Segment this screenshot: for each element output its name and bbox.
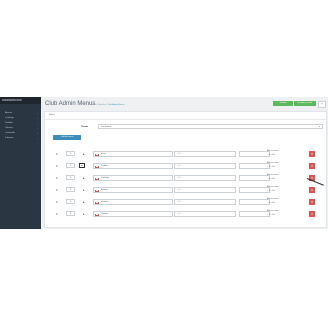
- menu-link-field[interactable]: http://...: [174, 211, 236, 217]
- target-radio-group[interactable]: ○ Sí ○ No: [267, 190, 275, 192]
- target-radio-group[interactable]: ○ Sí ○ No: [267, 214, 275, 216]
- delete-row-button[interactable]: [309, 151, 315, 157]
- menu-link-field-2[interactable]: [239, 211, 270, 217]
- menu-name-field[interactable]: Informes: [93, 199, 173, 205]
- menu-link-field[interactable]: http://...: [174, 151, 236, 157]
- menu-link-field[interactable]: http://...: [174, 175, 236, 181]
- arrow-right-icon[interactable]: ▸: [83, 212, 85, 216]
- menu-link-field[interactable]: http://...: [174, 163, 236, 169]
- brand-logo: ADMINISTRATOR: [0, 97, 41, 104]
- menu-link-field[interactable]: http://...: [174, 199, 236, 205]
- target-label: Abrir en nueva: [267, 198, 279, 200]
- arrow-right-icon[interactable]: ▸: [83, 188, 85, 192]
- arrow-right-icon[interactable]: ▸: [83, 152, 85, 156]
- menu-row: ≡ 5 ▸ Informes http://... Abrir en nueva…: [53, 197, 325, 207]
- menu-row: ≡ 1 ▸ Inicio http://... Abrir en nueva ○…: [53, 149, 325, 159]
- delete-row-button[interactable]: [309, 187, 315, 193]
- sidebar-item-label: Informes: [5, 137, 14, 139]
- menu-name-value: Informes: [101, 201, 109, 203]
- menu-row: ≡ 2 ▸ Pedidos http://... Abrir en nueva …: [53, 161, 325, 171]
- main-content: Club Admin Menus Inicio / Módulos / Club…: [41, 97, 328, 229]
- arrow-right-icon[interactable]: ▸: [83, 200, 85, 204]
- menu-name-field[interactable]: Catálogo: [93, 175, 173, 181]
- menu-link-field-2[interactable]: [239, 187, 270, 193]
- store-label: Tienda: [81, 126, 89, 128]
- add-menu-button[interactable]: + Añadir menú: [53, 135, 81, 140]
- menu-panel: Editar Tienda Por defecto ▾ + Añadir men…: [44, 111, 327, 228]
- language-flag-icon: [95, 189, 99, 192]
- panel-heading-label: Editar: [49, 114, 55, 116]
- save-button[interactable]: Guardar: [273, 101, 293, 106]
- sidebar-item-label: Ajustes: [5, 112, 13, 114]
- drag-handle-icon[interactable]: ≡: [56, 212, 58, 216]
- sidebar-item-label: Contenido: [5, 132, 15, 134]
- sort-order-input[interactable]: 3: [66, 175, 75, 180]
- store-select[interactable]: Por defecto ▾: [98, 124, 323, 129]
- menu-link-field[interactable]: http://...: [174, 187, 236, 193]
- menu-name-value: Inicio: [101, 153, 106, 155]
- menu-name-field[interactable]: Ajustes: [93, 187, 173, 193]
- target-radio-group[interactable]: ○ Sí ○ No: [267, 202, 275, 204]
- drag-handle-icon[interactable]: ≡: [56, 200, 58, 204]
- chevron-right-icon: ›: [37, 137, 38, 140]
- drag-handle-icon[interactable]: ≡: [56, 164, 58, 168]
- menu-name-value: Ajustes: [101, 189, 108, 191]
- sort-order-input[interactable]: 5: [66, 199, 75, 204]
- breadcrumb-home[interactable]: Inicio: [92, 104, 97, 106]
- drag-handle-icon[interactable]: ≡: [56, 176, 58, 180]
- menu-row: ≡ 3 ▸ Catálogo http://... Abrir en nueva…: [53, 173, 325, 183]
- delete-row-button[interactable]: [309, 211, 315, 217]
- language-flag-icon: [95, 201, 99, 204]
- menu-name-value: Clientes: [101, 213, 109, 215]
- drag-handle-icon[interactable]: ≡: [56, 188, 58, 192]
- sort-order-input[interactable]: 2: [66, 163, 75, 168]
- sidebar: ADMINISTRATOR Ajustes › Catálogo › Pedid…: [0, 97, 41, 229]
- target-label: Abrir en nueva: [267, 210, 279, 212]
- panel-heading: Editar: [45, 112, 326, 120]
- language-flag-icon: [95, 213, 99, 216]
- sidebar-item-label: Clientes: [5, 127, 13, 129]
- breadcrumb-current[interactable]: Club Admin Menus: [108, 104, 125, 106]
- menu-name-value: Pedidos: [101, 165, 109, 167]
- language-flag-icon: [95, 165, 99, 168]
- drag-handle-icon[interactable]: ≡: [56, 152, 58, 156]
- save-close-button[interactable]: Guardar y cerrar: [294, 101, 316, 106]
- admin-app: ADMINISTRATOR Ajustes › Catálogo › Pedid…: [0, 97, 328, 229]
- menu-row: ≡ 6 ▸ Clientes http://... Abrir en nueva…: [53, 209, 325, 219]
- more-options-button[interactable]: ▾: [318, 101, 326, 108]
- menu-name-value: Catálogo: [101, 177, 110, 179]
- arrow-right-icon[interactable]: ▸: [79, 163, 85, 168]
- language-flag-icon: [95, 177, 99, 180]
- sort-order-input[interactable]: 4: [66, 187, 75, 192]
- menu-name-field[interactable]: Inicio: [93, 151, 173, 157]
- menu-link-field-2[interactable]: [239, 175, 270, 181]
- sidebar-item-label: Catálogo: [5, 117, 14, 119]
- target-radio-group[interactable]: ○ Sí ○ No: [267, 166, 275, 168]
- store-select-value: Por defecto: [101, 126, 112, 128]
- menu-link-field-2[interactable]: [239, 199, 270, 205]
- target-label: Abrir en nueva: [267, 174, 279, 176]
- arrow-right-icon[interactable]: ▸: [83, 176, 85, 180]
- delete-row-button[interactable]: [309, 199, 315, 205]
- sidebar-item-reports[interactable]: Informes ›: [0, 136, 41, 141]
- page-title: Club Admin Menus: [45, 101, 96, 107]
- target-label: Abrir en nueva: [267, 186, 279, 188]
- sort-order-input[interactable]: 1: [66, 151, 75, 156]
- sidebar-item-label: Pedidos: [5, 122, 13, 124]
- target-radio-group[interactable]: ○ Sí ○ No: [267, 178, 275, 180]
- chevron-down-icon: ▾: [318, 126, 320, 128]
- sort-order-input[interactable]: 6: [66, 211, 75, 216]
- breadcrumb-modules[interactable]: Módulos: [98, 104, 106, 106]
- breadcrumb: Inicio / Módulos / Club Admin Menus: [92, 104, 125, 106]
- menu-link-field-2[interactable]: [239, 163, 270, 169]
- target-radio-group[interactable]: ○ Sí ○ No: [267, 154, 275, 156]
- target-label: Abrir en nueva: [267, 162, 279, 164]
- menu-name-field[interactable]: Clientes: [93, 211, 173, 217]
- menu-row: ≡ 4 ▸ Ajustes http://... Abrir en nueva …: [53, 185, 325, 195]
- target-label: Abrir en nueva: [267, 150, 279, 152]
- menu-name-field[interactable]: Pedidos: [93, 163, 173, 169]
- delete-row-button[interactable]: [309, 163, 315, 169]
- menu-link-field-2[interactable]: [239, 151, 270, 157]
- language-flag-icon: [95, 153, 99, 156]
